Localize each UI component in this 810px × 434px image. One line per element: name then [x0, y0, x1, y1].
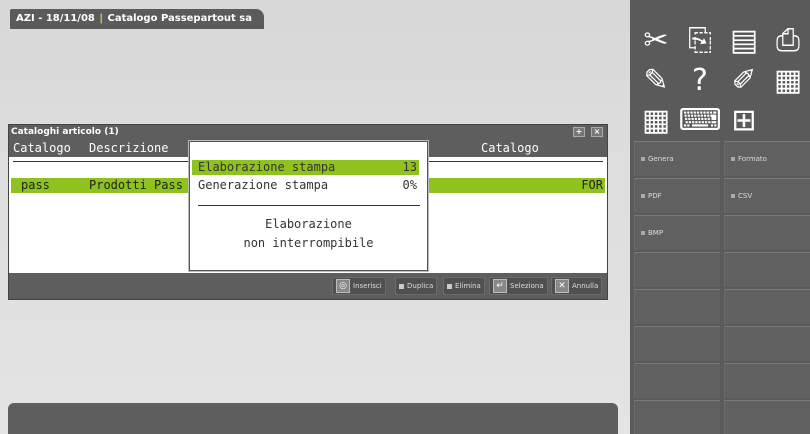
inserisci-label: Inserisci: [353, 282, 382, 290]
csv-button[interactable]: CSV: [724, 178, 810, 213]
bmp-icon: [641, 231, 645, 235]
elimina-icon: [447, 283, 452, 289]
printer-icon[interactable]: ⎙: [766, 24, 810, 58]
message-line-2: non interrompibile: [243, 236, 374, 250]
panel-title: Cataloghi articolo (1): [11, 127, 119, 137]
empty-button-5[interactable]: [724, 289, 810, 324]
notes-icon[interactable]: ✐: [722, 64, 766, 98]
progress-dialog: Elaborazione stampa 13 Generazione stamp…: [189, 141, 428, 271]
annulla-button[interactable]: ✕ Annulla: [551, 277, 603, 295]
genera-icon: [641, 157, 645, 161]
bmp-label: BMP: [648, 229, 664, 237]
wrench-icon[interactable]: ✎: [634, 64, 678, 98]
genera-button[interactable]: Genera: [634, 141, 720, 176]
empty-button-2[interactable]: [634, 252, 720, 287]
row-description: Prodotti Pass: [89, 178, 183, 192]
duplica-icon: [399, 283, 404, 289]
box-icon[interactable]: ▦: [766, 64, 810, 98]
dialog-divider: [198, 205, 420, 206]
globe-icon: ◎: [336, 279, 350, 293]
pdf-button[interactable]: PDF: [634, 178, 720, 213]
csv-icon: [731, 194, 735, 198]
elimina-label: Elimina: [455, 282, 481, 290]
select-arrow-icon: ↵: [493, 279, 507, 293]
empty-button-1[interactable]: [724, 215, 810, 250]
status-bar: [8, 403, 618, 434]
help-icon[interactable]: ?: [678, 64, 722, 98]
formato-button[interactable]: Formato: [724, 141, 810, 176]
duplica-button[interactable]: Duplica: [395, 277, 438, 295]
genera-label: Genera: [648, 155, 674, 163]
progress-line-generazione: Generazione stampa 0%: [192, 178, 419, 193]
progress-line-elaborazione: Elaborazione stampa 13: [192, 160, 419, 175]
panel-title-bar: Cataloghi articolo (1) + ×: [9, 125, 607, 139]
elimina-button[interactable]: Elimina: [443, 277, 485, 295]
generazione-label: Generazione stampa: [198, 178, 329, 192]
seleziona-label: Seleziona: [510, 282, 544, 290]
message-line-1: Elaborazione: [265, 217, 352, 231]
copy-icon[interactable]: ⎘: [678, 24, 722, 58]
empty-button-10[interactable]: [634, 400, 720, 434]
pdf-label: PDF: [648, 192, 662, 200]
scissors-icon[interactable]: ✂: [634, 24, 678, 58]
paste-icon[interactable]: ▤: [722, 24, 766, 58]
elaborazione-value: 13: [402, 160, 417, 174]
generazione-value: 0%: [402, 178, 417, 192]
empty-button-7[interactable]: [724, 326, 810, 361]
close-icon[interactable]: ×: [591, 127, 603, 137]
annulla-label: Annulla: [572, 282, 599, 290]
pdf-icon: [641, 194, 645, 198]
elaborazione-label: Elaborazione stampa: [198, 160, 336, 174]
empty-button-3[interactable]: [724, 252, 810, 287]
inserisci-button[interactable]: ◎ Inserisci: [332, 277, 386, 295]
column-descrizione[interactable]: Descrizione: [89, 139, 168, 157]
formato-icon: [731, 157, 735, 161]
empty-button-9[interactable]: [724, 363, 810, 398]
empty-button-11[interactable]: [724, 400, 810, 434]
empty-button-6[interactable]: [634, 326, 720, 361]
row-catalog: FOR: [581, 178, 603, 192]
row-code: pass: [21, 178, 50, 192]
company-label: AZI - 18/11/08: [16, 13, 95, 24]
dialog-message: Elaborazione non interrompibile: [190, 215, 427, 253]
sidebar: ✂ ⎘ ▤ ⎙ ✎ ? ✐ ▦ ▦ ⌨ ⊞ Genera Formato PDF…: [630, 0, 810, 434]
duplica-label: Duplica: [407, 282, 434, 290]
app-title: Catalogo Passepartout sa: [107, 13, 253, 24]
grid-icon[interactable]: ⊞: [722, 104, 766, 138]
title-separator: |: [99, 13, 104, 24]
empty-button-8[interactable]: [634, 363, 720, 398]
csv-label: CSV: [738, 192, 753, 200]
calculator-icon[interactable]: ▦: [634, 104, 678, 138]
column-catalogo[interactable]: Catalogo: [13, 139, 71, 157]
cancel-icon: ✕: [555, 279, 569, 293]
column-catalogo-right[interactable]: Catalogo: [481, 139, 539, 157]
empty-button-4[interactable]: [634, 289, 720, 324]
seleziona-button[interactable]: ↵ Seleziona: [489, 277, 548, 295]
expand-icon[interactable]: +: [573, 127, 585, 137]
formato-label: Formato: [738, 155, 767, 163]
window-title-tab[interactable]: AZI - 18/11/08 | Catalogo Passepartout s…: [10, 9, 265, 29]
keyboard-icon[interactable]: ⌨: [678, 104, 722, 138]
panel-footer: ◎ Inserisci Duplica Elimina ↵ Seleziona ✕ A…: [9, 273, 607, 299]
bmp-button[interactable]: BMP: [634, 215, 720, 250]
